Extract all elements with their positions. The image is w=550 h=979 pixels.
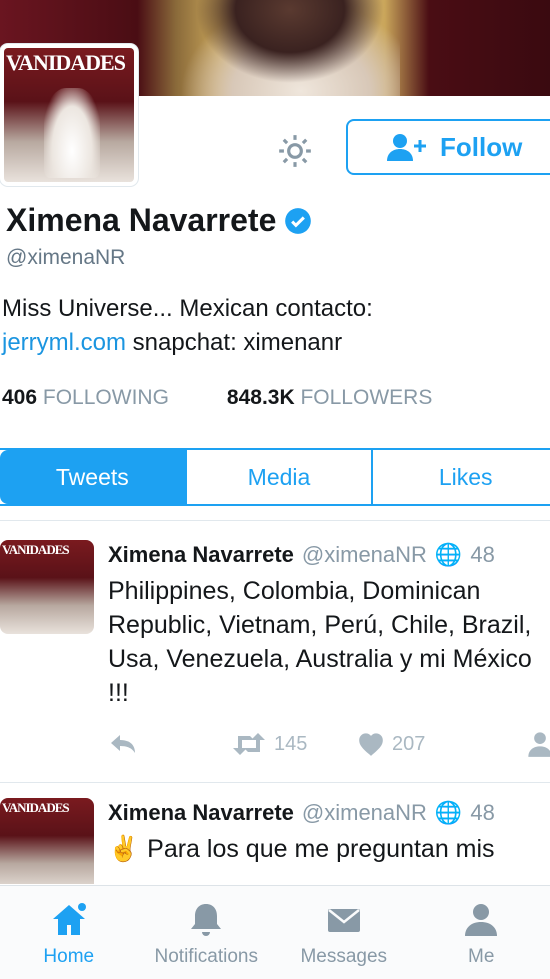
followers-stat[interactable]: 848.3K FOLLOWERS [227,386,432,410]
tweet-actions: 145 207 [108,730,550,758]
followers-count: 848.3K [226,386,295,409]
retweet-button[interactable]: 145 [230,732,356,756]
tweet-author-handle: @ximenaNR [301,542,427,567]
following-count: 406 [2,386,38,409]
follow-button[interactable]: Follow [346,119,550,175]
tabbar-me-label: Me [468,946,495,967]
tabbar-notifications[interactable]: Notifications [138,886,276,979]
victory-hand-icon: ✌ [108,835,140,863]
magazine-cover: VANIDADES [4,48,134,182]
bio-link[interactable]: jerryml.com [2,329,126,356]
display-name: Ximena Navarrete [6,202,277,238]
followers-label: FOLLOWERS [300,386,433,409]
tweet[interactable]: VANIDADES Ximena Navarrete @ximenaNR 🌐 4… [0,798,550,884]
retweet-count: 145 [274,732,308,755]
heart-icon [359,733,383,756]
envelope-icon [327,909,360,932]
like-button[interactable]: 207 [356,731,526,757]
tweet-avatar[interactable]: VANIDADES [0,540,94,634]
bottom-tab-bar: Home Notifications Messages Me [0,885,550,979]
person-icon [465,904,498,936]
bio-rest: snapchat: ximenanr [126,329,343,356]
reply-icon [111,735,135,753]
tweet-text: Philippines, Colombia, Dominican Republi… [108,577,532,707]
globe-icon: 🌐 [434,800,463,825]
tweet-author-handle: @ximenaNR [301,800,427,825]
tweet-text-row: ✌ Para los que me preguntan mis [108,832,548,866]
tweet-avatar[interactable]: VANIDADES [0,798,94,884]
following-stat[interactable]: 406 FOLLOWING [2,386,169,410]
add-user-icon [387,134,426,161]
home-icon [52,903,86,935]
tweet-author-name: Ximena Navarrete [108,542,294,567]
magazine-cover: VANIDADES [0,798,94,884]
tab-tweets[interactable]: Tweets [0,450,185,504]
profile-avatar[interactable]: VANIDADES [0,44,138,186]
tabbar-home-label: Home [43,946,95,967]
tab-media[interactable]: Media [184,450,372,504]
reply-button[interactable] [108,732,230,756]
tabbar-me[interactable]: Me [413,886,550,979]
tabbar-notifications-label: Notifications [154,946,259,967]
profile-bio: Miss Universe... Mexican contacto: jerry… [2,292,542,360]
profile-handle: @ximenaNR [6,246,126,269]
bio-text: Miss Universe... Mexican contacto: [2,295,373,322]
tweet-text: Para los que me preguntan mis [147,835,495,863]
tweet-author-name: Ximena Navarrete [108,800,294,825]
tweet-time: 48 [470,800,495,825]
profile-tabs: Tweets Media Likes [0,448,550,506]
cover-title: VANIDADES [2,800,70,815]
magazine-cover: VANIDADES [0,540,94,634]
profile-name: Ximena Navarrete [6,202,312,239]
divider [0,782,550,783]
verified-badge-icon [285,207,312,234]
tweet[interactable]: VANIDADES Ximena Navarrete @ximenaNR 🌐 4… [0,540,550,770]
tabbar-messages-label: Messages [300,946,388,967]
cover-title: VANIDADES [2,542,70,557]
cover-figure [44,88,100,178]
divider [0,520,550,521]
tabbar-messages[interactable]: Messages [275,886,413,979]
gear-icon[interactable] [276,132,314,170]
banner-photo [180,0,400,96]
user-icon [528,732,550,757]
follow-label: Follow [440,131,523,162]
tabbar-home[interactable]: Home [0,886,138,979]
cover-title: VANIDADES [6,50,126,75]
bell-icon [191,904,222,936]
tweet-header: Ximena Navarrete @ximenaNR 🌐 48 [108,542,495,568]
tab-likes[interactable]: Likes [371,450,550,504]
tweet-time: 48 [470,542,495,567]
tweet-header: Ximena Navarrete @ximenaNR 🌐 48 [108,800,495,826]
like-count: 207 [392,732,426,755]
globe-icon: 🌐 [434,542,463,567]
retweet-icon [233,733,265,755]
follow-user-button[interactable] [526,730,550,758]
following-label: FOLLOWING [42,386,169,409]
profile-stats: 406 FOLLOWING 848.3K FOLLOWERS [2,386,432,410]
